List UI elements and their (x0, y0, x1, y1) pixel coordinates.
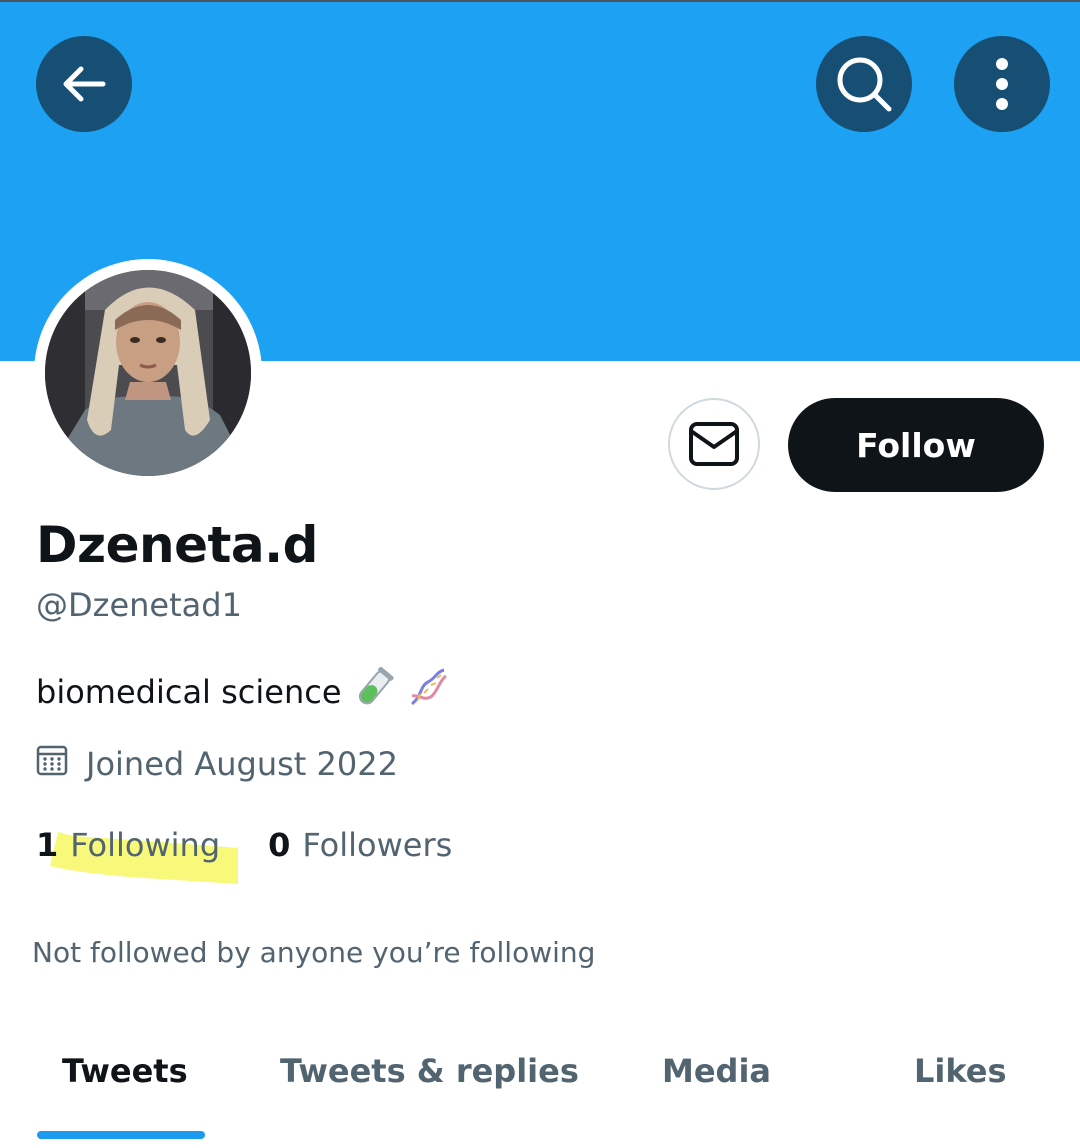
tab-tweets-and-replies[interactable]: Tweets & replies (280, 1052, 579, 1090)
search-button[interactable] (816, 36, 912, 132)
joined-date: Joined August 2022 (36, 744, 398, 784)
tab-media[interactable]: Media (662, 1052, 771, 1090)
calendar-icon (36, 744, 68, 784)
profile-tabs: Tweets Tweets & replies Media Likes (0, 1024, 1080, 1148)
envelope-icon (689, 422, 739, 466)
follow-stats: 1 Following 0 Followers (36, 826, 452, 884)
joined-text: Joined August 2022 (86, 745, 398, 783)
followers-label: Followers (302, 826, 453, 864)
active-tab-indicator (37, 1131, 205, 1139)
display-name: Dzeneta.d (36, 516, 318, 574)
avatar-ring (34, 259, 262, 487)
more-vertical-icon (996, 58, 1008, 110)
bio: biomedical science (36, 666, 450, 718)
following-label: Following (70, 826, 221, 864)
profile-page: Follow Dzeneta.d @Dzenetad1 biomedical s… (0, 0, 1080, 1148)
avatar[interactable] (45, 270, 251, 476)
follow-button[interactable]: Follow (788, 398, 1044, 492)
avatar-photo (45, 270, 251, 476)
test-tube-emoji (352, 666, 396, 718)
tab-likes[interactable]: Likes (914, 1052, 1007, 1090)
tab-tweets[interactable]: Tweets (62, 1052, 188, 1090)
search-icon (837, 57, 892, 112)
followers-count: 0 (268, 826, 291, 864)
followers-count-link[interactable]: 0 Followers (268, 826, 452, 864)
dna-emoji (406, 666, 450, 718)
username-handle: @Dzenetad1 (36, 586, 242, 624)
more-options-button[interactable] (954, 36, 1050, 132)
mutual-followers-note: Not followed by anyone you’re following (32, 936, 596, 969)
message-button[interactable] (668, 398, 760, 490)
back-button[interactable] (36, 36, 132, 132)
following-count: 1 (36, 826, 59, 864)
following-count-link[interactable]: 1 Following (36, 826, 238, 884)
arrow-left-icon (63, 66, 106, 102)
bio-text: biomedical science (36, 673, 342, 711)
